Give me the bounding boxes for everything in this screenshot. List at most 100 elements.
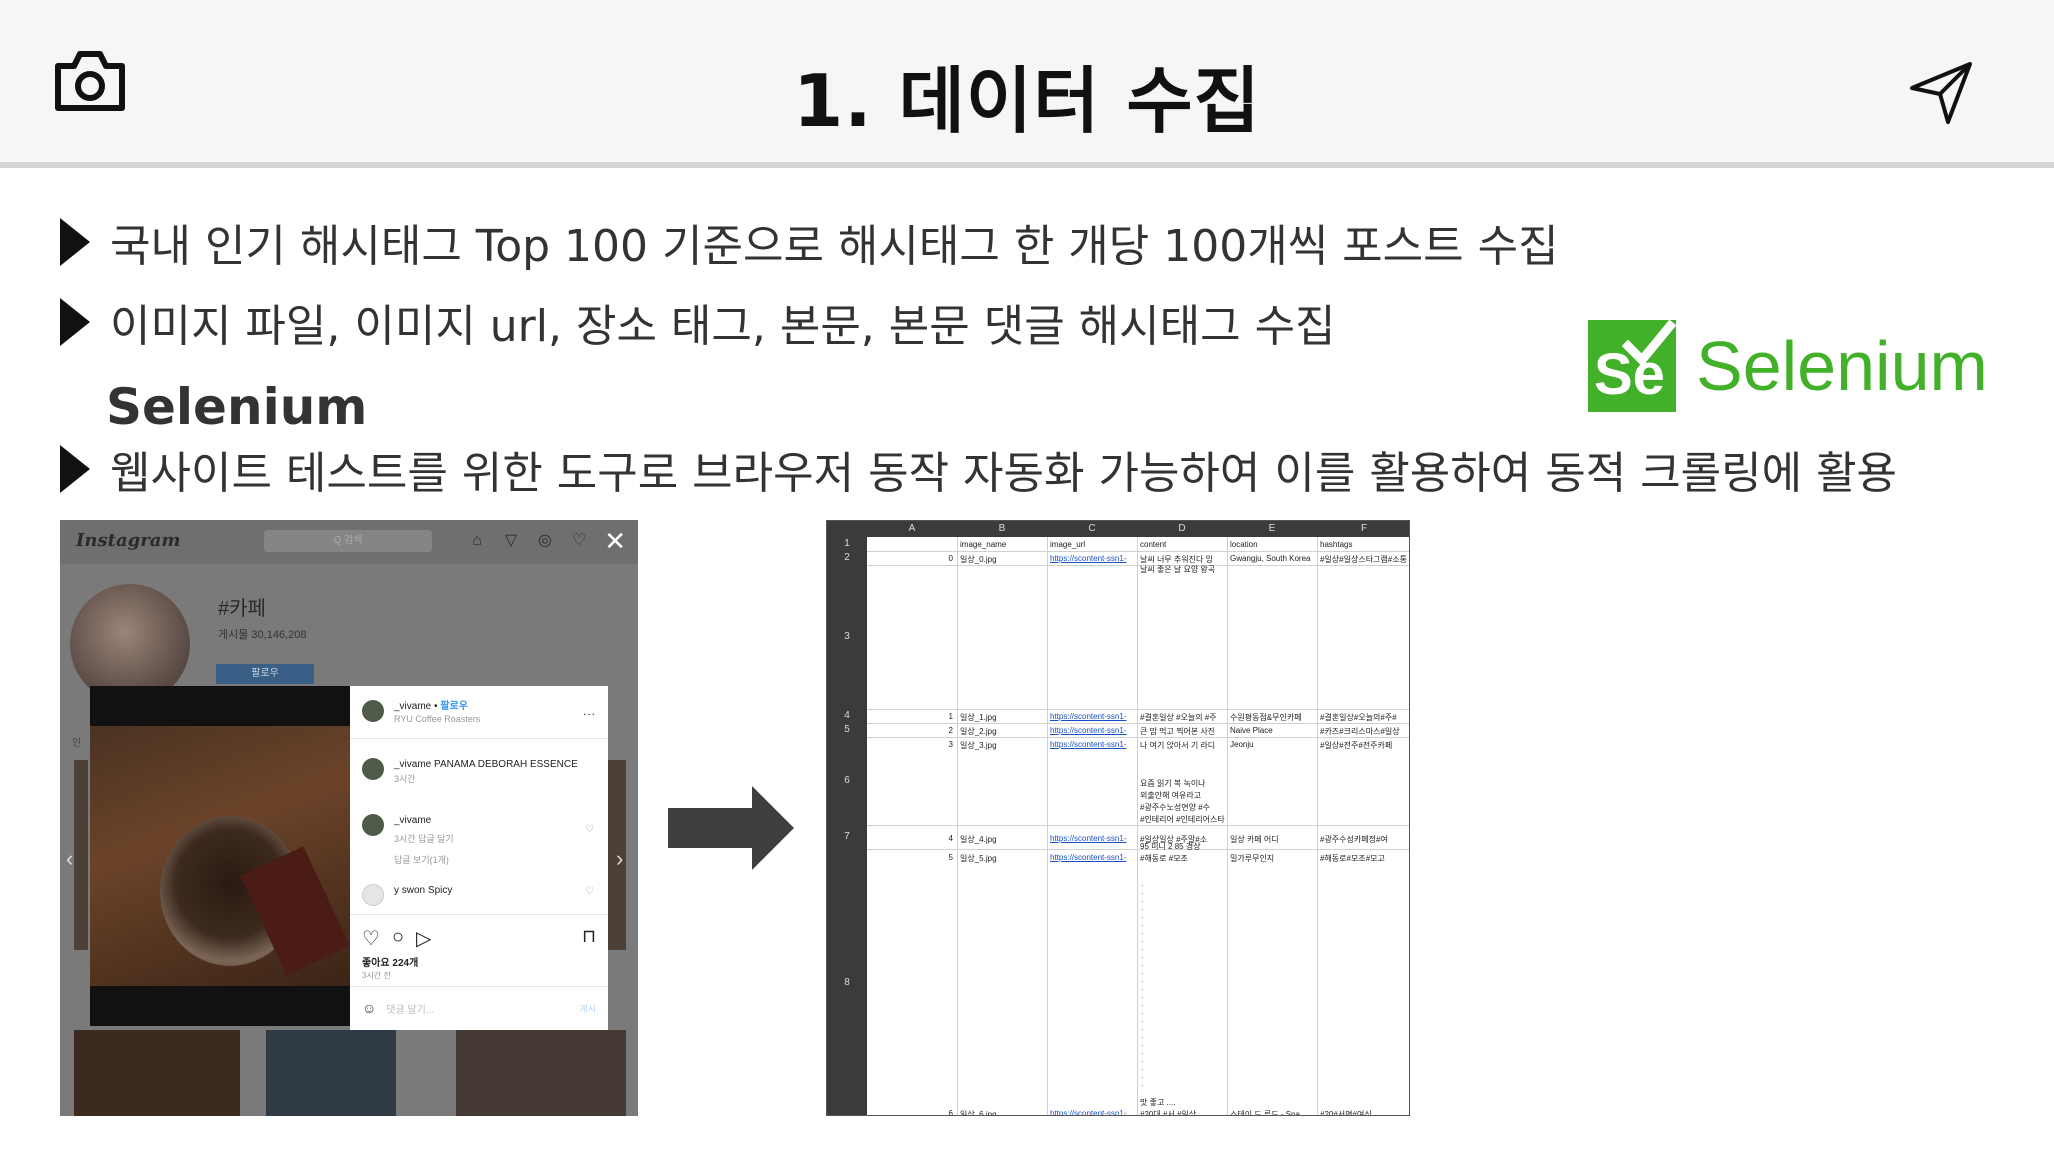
image-url-link[interactable]: https://scontent-ssn1- xyxy=(1050,853,1136,862)
divider xyxy=(350,914,608,915)
bookmark-icon[interactable]: ⊓ xyxy=(582,926,596,947)
share-icon[interactable]: ▷ xyxy=(416,926,431,951)
content-continuation: · xyxy=(1141,1081,1144,1090)
bullet-text: 이미지 파일, 이미지 url, 장소 태그, 본문, 본문 댓글 해시태그 수… xyxy=(110,301,1336,352)
row-number: 5 xyxy=(844,724,850,735)
row-number: 7 xyxy=(844,831,850,842)
bullet-marker-icon xyxy=(60,218,90,266)
grid-line xyxy=(867,849,1409,850)
hashtags-cell: #일상#일상스타그램#소통 xyxy=(1320,555,1407,564)
post-count: 게시물 30,146,208 xyxy=(218,629,307,641)
image-url-link[interactable]: https://scontent-ssn1- xyxy=(1050,726,1136,735)
search-input[interactable]: Q 검색 xyxy=(264,530,432,552)
grid-thumbnail[interactable] xyxy=(74,760,88,950)
selenium-logo-text: Selenium xyxy=(1696,327,1988,405)
image-name-cell: 일상_0.jpg xyxy=(960,555,997,564)
row-number: 2 xyxy=(844,552,850,563)
reply: y swon Spicy xyxy=(362,884,452,906)
bullet-item: 국내 인기 해시태그 Top 100 기준으로 해시태그 한 개당 100개씩 … xyxy=(60,210,1559,274)
close-icon[interactable]: ✕ xyxy=(604,528,626,554)
comment-meta[interactable]: 3시간 답글 달기 xyxy=(394,832,454,845)
image-url-link[interactable]: https://scontent-ssn1- xyxy=(1050,712,1136,721)
bullet-marker-icon xyxy=(60,298,90,346)
post-location[interactable]: RYU Coffee Roasters xyxy=(394,714,480,724)
emoji-icon[interactable]: ☺ xyxy=(362,1000,376,1016)
slide-header: 1. 데이터 수집 xyxy=(0,0,2054,168)
location-cell: Jeonju xyxy=(1230,740,1254,749)
grid-line xyxy=(957,537,958,1115)
content-cell: #20대 #서 #일상 xyxy=(1140,1110,1197,1116)
column-header-bar: A B C D E F xyxy=(827,521,1409,537)
more-options-icon[interactable]: ... xyxy=(583,704,596,718)
send-icon[interactable] xyxy=(1908,60,1974,126)
comment-like-icon[interactable]: ♡ xyxy=(585,824,594,835)
reply-like-icon[interactable]: ♡ xyxy=(585,886,594,897)
grid-thumbnail[interactable] xyxy=(74,1030,240,1116)
post-comment-button[interactable]: 게시 xyxy=(579,1002,596,1015)
image-name-cell: 일상_3.jpg xyxy=(960,741,997,750)
avatar[interactable] xyxy=(362,758,384,780)
view-replies-link[interactable]: 답글 보기(1개) xyxy=(394,853,454,866)
avatar[interactable] xyxy=(362,814,384,836)
content-cell: 요즘 읽기 복 녹이나 xyxy=(1140,779,1206,788)
content-cell: #해동로 #모조 xyxy=(1140,854,1188,863)
image-url-link[interactable]: https://scontent-ssn1- xyxy=(1050,1109,1136,1115)
hashtags-cell: #해동로#모조#모고 xyxy=(1320,854,1385,863)
image-url-link[interactable]: https://scontent-ssn1- xyxy=(1050,740,1136,749)
location-cell: Gwangju, South Korea xyxy=(1230,554,1311,563)
chevron-left-icon[interactable]: ‹ xyxy=(66,846,73,872)
page-title: 1. 데이터 수집 xyxy=(793,59,1261,143)
column-letter: C xyxy=(1088,523,1096,534)
content-cell: #결혼일상 #오늘의 #주 xyxy=(1140,713,1217,722)
image-url-link[interactable]: https://scontent-ssn1- xyxy=(1050,554,1136,563)
row-number: 4 xyxy=(844,710,850,721)
selenium-logo-mark: Se xyxy=(1588,320,1676,412)
image-url-link[interactable]: https://scontent-ssn1- xyxy=(1050,834,1136,843)
image-name-cell: 일상_5.jpg xyxy=(960,854,997,863)
location-cell: Naive Place xyxy=(1230,726,1273,735)
row-index-cell: 2 xyxy=(948,726,953,735)
hashtags-cell: #20#서면#여신 xyxy=(1320,1110,1372,1116)
avatar[interactable] xyxy=(362,884,384,906)
grid-line xyxy=(1137,537,1138,1115)
content-cell: 큰 맘 먹고 찍어본 사진 xyxy=(1140,727,1216,736)
column-letter: F xyxy=(1360,523,1368,534)
instagram-screenshot: Instagram Q 검색 ⌂ ▽ ◎ ♡ ✕ #카페 게시물 30,146,… xyxy=(60,520,638,1116)
grid-line xyxy=(1227,537,1228,1115)
instagram-logo[interactable]: Instagram xyxy=(76,530,180,551)
grid-line xyxy=(867,709,1409,710)
comment-icon[interactable]: ○ xyxy=(392,926,404,951)
row-index-cell: 4 xyxy=(948,834,953,843)
hashtags-cell: #결혼일상#오늘의#주# xyxy=(1320,713,1397,722)
hashtags-cell: #광주수성카페정#여 xyxy=(1320,835,1388,844)
explore-icon[interactable]: ◎ xyxy=(536,532,554,550)
caption: _vivame PANAMA DEBORAH ESSENCE 3시간 xyxy=(362,758,578,785)
like-count[interactable]: 좋아요 224개 xyxy=(362,954,418,969)
like-icon[interactable]: ♡ xyxy=(362,926,380,951)
row-number: 3 xyxy=(844,631,850,642)
follow-button[interactable]: 팔로우 xyxy=(216,664,314,684)
hashtag-name: #카페 xyxy=(218,598,266,620)
follow-link[interactable]: 팔로우 xyxy=(440,701,468,712)
content-cell: 날씨 좋은 날 요양 왕곡 xyxy=(1140,565,1216,574)
row-index-cell: 3 xyxy=(948,740,953,749)
heart-icon[interactable]: ♡ xyxy=(570,532,588,550)
row-index-cell: 5 xyxy=(948,853,953,862)
column-header-cell: content xyxy=(1140,540,1167,549)
comment-user[interactable]: _vivame xyxy=(394,814,454,828)
chevron-right-icon[interactable]: › xyxy=(616,846,623,872)
comment-input[interactable]: 댓글 달기... xyxy=(386,1001,434,1016)
column-letter: B xyxy=(998,523,1006,534)
home-icon[interactable]: ⌂ xyxy=(468,532,486,550)
column-letter: D xyxy=(1178,523,1186,534)
grid-thumbnail[interactable] xyxy=(266,1030,396,1116)
filter-icon[interactable]: ▽ xyxy=(502,532,520,550)
bullet-text: 국내 인기 해시태그 Top 100 기준으로 해시태그 한 개당 100개씩 … xyxy=(110,221,1559,272)
caption-time: 3시간 xyxy=(394,774,416,784)
author-name[interactable]: _vivame xyxy=(394,701,431,712)
bullet-marker-icon xyxy=(60,445,90,493)
divider xyxy=(350,986,608,987)
post-image xyxy=(90,686,350,1026)
avatar[interactable] xyxy=(362,700,384,722)
grid-thumbnail[interactable] xyxy=(456,1030,626,1116)
